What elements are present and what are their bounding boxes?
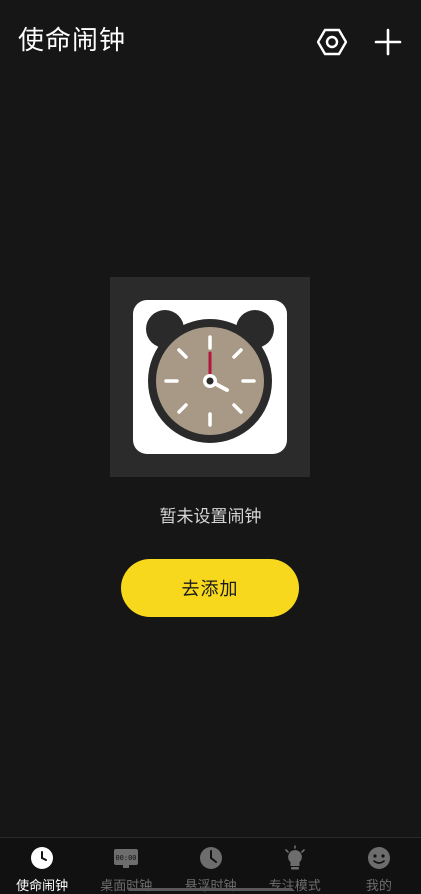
empty-alarm-illustration [110, 277, 310, 477]
home-indicator [128, 888, 293, 891]
add-alarm-button[interactable]: 去添加 [121, 559, 299, 617]
empty-state-message: 暂未设置闹钟 [159, 507, 262, 527]
tab-label: 使命闹钟 [16, 879, 69, 894]
plus-icon [374, 28, 402, 56]
floating-clock-icon [199, 847, 222, 869]
desk-clock-icon: 00:00 [114, 849, 139, 868]
tab-profile[interactable]: 我的 [337, 838, 421, 894]
tab-mission-alarm[interactable]: 使命闹钟 [0, 838, 84, 894]
bottom-tab-bar: 使命闹钟 00:00 桌面时钟 悬浮时钟 专注模式 我的 [0, 837, 421, 894]
header: 使命闹钟 [0, 0, 421, 84]
hexagon-settings-icon [317, 28, 347, 56]
tab-desk-clock[interactable]: 00:00 桌面时钟 [84, 838, 168, 894]
alarm-clock-icon [31, 847, 54, 869]
alarm-clock-illustration-icon [133, 300, 287, 454]
profile-icon [367, 847, 390, 869]
svg-text:00:00: 00:00 [116, 854, 137, 862]
page-title: 使命闹钟 [18, 26, 127, 56]
tab-floating-clock[interactable]: 悬浮时钟 [168, 838, 252, 894]
tab-label: 专注模式 [268, 879, 321, 894]
tab-label: 桌面时钟 [100, 879, 153, 894]
settings-button[interactable] [312, 22, 352, 62]
lightbulb-icon [284, 845, 305, 870]
tab-label: 我的 [365, 879, 392, 894]
tab-label: 悬浮时钟 [184, 879, 237, 894]
add-alarm-header-button[interactable] [368, 22, 408, 62]
tab-focus-mode[interactable]: 专注模式 [253, 838, 337, 894]
app-screen: 使命闹钟 暂未设置闹钟 去添加 使命闹钟 00:00 桌面时钟 悬浮时钟 专注模… [0, 0, 421, 894]
